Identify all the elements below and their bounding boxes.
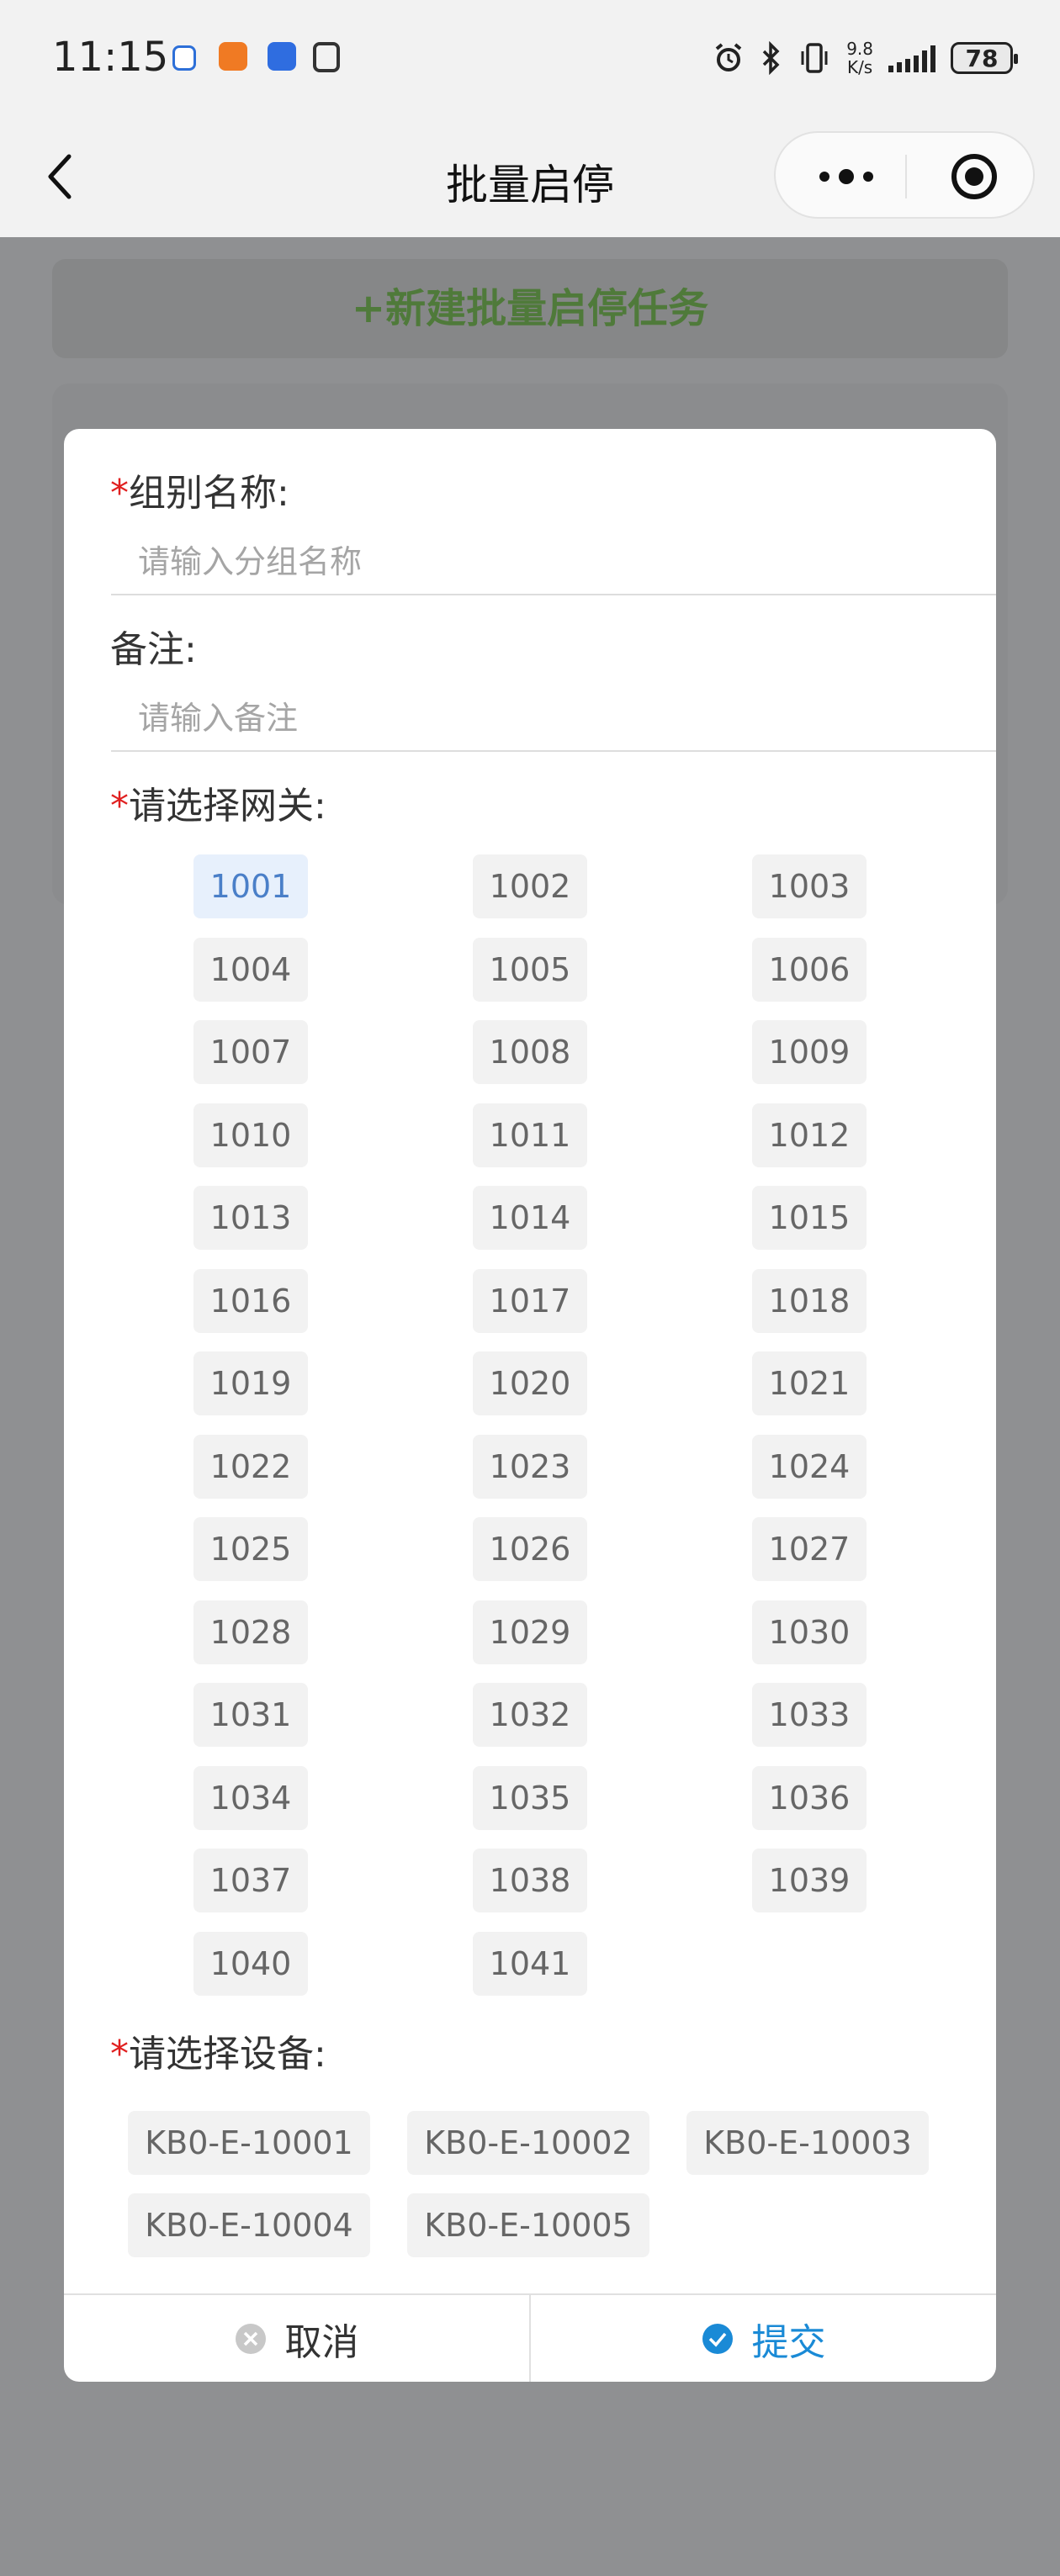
- group-name-label: *组别名称:: [110, 463, 289, 516]
- gateway-chip[interactable]: 1027: [752, 1517, 867, 1581]
- remark-label: 备注:: [110, 628, 197, 671]
- gateway-label: *请选择网关:: [110, 775, 326, 829]
- gateway-chip[interactable]: 1018: [752, 1269, 867, 1333]
- device-chip[interactable]: KB0-E-10002: [407, 2111, 649, 2175]
- gateway-chip[interactable]: 1036: [752, 1766, 867, 1830]
- gateway-chip[interactable]: 1028: [193, 1600, 308, 1664]
- required-mark: *: [110, 2033, 129, 2076]
- batch-task-modal: *组别名称: 请输入分组名称 备注: 请输入备注 *请选择网关: 1001 100…: [64, 429, 996, 2382]
- gateway-chip[interactable]: 1012: [752, 1103, 867, 1167]
- gateway-chip[interactable]: 1022: [193, 1435, 308, 1499]
- gateway-chip[interactable]: 1016: [193, 1269, 308, 1333]
- status-right-group: 9.8 K/s 78: [712, 37, 1018, 79]
- mini-program-capsule: [774, 131, 1035, 219]
- gateway-chip[interactable]: 1014: [473, 1186, 587, 1250]
- gateway-chip[interactable]: 1006: [752, 938, 867, 1002]
- gateway-chip[interactable]: 1037: [193, 1849, 308, 1912]
- device-chip[interactable]: KB0-E-10001: [128, 2111, 370, 2175]
- gateway-chip[interactable]: 1039: [752, 1849, 867, 1912]
- gateway-chip[interactable]: 1013: [193, 1186, 308, 1250]
- vibrate-icon: [801, 43, 828, 73]
- gateway-label-text: 请选择网关:: [129, 785, 326, 828]
- new-task-button: +新建批量启停任务: [52, 259, 1008, 358]
- gateway-chip[interactable]: 1026: [473, 1517, 587, 1581]
- device-chip[interactable]: KB0-E-10003: [686, 2111, 929, 2175]
- gateway-chip[interactable]: 1007: [193, 1020, 308, 1084]
- gateway-chip[interactable]: 1033: [752, 1683, 867, 1747]
- gateway-chip[interactable]: 1041: [473, 1932, 587, 1996]
- gateway-chip[interactable]: 1032: [473, 1683, 587, 1747]
- submit-button[interactable]: 提交: [531, 2295, 996, 2382]
- device-chip[interactable]: KB0-E-10005: [407, 2193, 649, 2257]
- gateway-chip[interactable]: 1030: [752, 1600, 867, 1664]
- required-mark: *: [110, 785, 129, 828]
- gateway-chip[interactable]: 1005: [473, 938, 587, 1002]
- nav-bar: 批量启停: [0, 118, 1060, 237]
- gateway-chip[interactable]: 1015: [752, 1186, 867, 1250]
- submit-check-icon: [702, 2323, 733, 2354]
- gateway-chip[interactable]: 1035: [473, 1766, 587, 1830]
- status-time: 11:15: [52, 34, 169, 81]
- gateway-chip[interactable]: 1038: [473, 1849, 587, 1912]
- device-label: *请选择设备:: [110, 2023, 326, 2077]
- cancel-circle-icon: [235, 2323, 266, 2354]
- status-bar: 11:15 9.8 K/s 78: [0, 0, 1060, 118]
- net-speed-value: 9.8: [846, 39, 873, 59]
- submit-label: 提交: [751, 2320, 826, 2364]
- required-mark: *: [110, 472, 129, 515]
- battery-indicator: 78: [951, 42, 1018, 74]
- modal-footer: 取消 提交: [64, 2293, 996, 2382]
- gateway-chip[interactable]: 1040: [193, 1932, 308, 1996]
- net-speed-unit: K/s: [846, 57, 873, 77]
- voice-app-icon: [268, 42, 296, 71]
- gateway-chip[interactable]: 1031: [193, 1683, 308, 1747]
- group-name-label-text: 组别名称:: [129, 472, 289, 515]
- gateway-chip[interactable]: 1017: [473, 1269, 587, 1333]
- gateway-chip[interactable]: 1001: [193, 854, 308, 918]
- more-icon[interactable]: [813, 167, 880, 187]
- calendar-icon: [172, 45, 196, 71]
- gateway-chip[interactable]: 1019: [193, 1351, 308, 1415]
- gateway-chip[interactable]: 1002: [473, 854, 587, 918]
- gateway-chip[interactable]: 1004: [193, 938, 308, 1002]
- device-chip[interactable]: KB0-E-10004: [128, 2193, 370, 2257]
- group-name-input[interactable]: 请输入分组名称: [111, 528, 996, 595]
- device-label-text: 请选择设备:: [129, 2033, 326, 2076]
- gateway-chip[interactable]: 1010: [193, 1103, 308, 1167]
- nfc-icon: [313, 42, 340, 72]
- cancel-label: 取消: [284, 2320, 359, 2364]
- bluetooth-icon: [762, 41, 780, 75]
- gateway-chip[interactable]: 1020: [473, 1351, 587, 1415]
- alarm-icon: [715, 43, 742, 71]
- cancel-button[interactable]: 取消: [64, 2295, 529, 2382]
- gateway-chip[interactable]: 1011: [473, 1103, 587, 1167]
- gateway-chip[interactable]: 1024: [752, 1435, 867, 1499]
- capsule-divider: [905, 155, 907, 198]
- gateway-chip[interactable]: 1009: [752, 1020, 867, 1084]
- gateway-chip[interactable]: 1034: [193, 1766, 308, 1830]
- net-speed: 9.8 K/s: [846, 40, 873, 77]
- gateway-chip[interactable]: 1003: [752, 854, 867, 918]
- remark-input[interactable]: 请输入备注: [111, 685, 996, 752]
- gateway-chip[interactable]: 1025: [193, 1517, 308, 1581]
- gateway-chip[interactable]: 1029: [473, 1600, 587, 1664]
- gateway-chip[interactable]: 1023: [473, 1435, 587, 1499]
- close-target-icon[interactable]: [949, 151, 999, 202]
- gateway-chip[interactable]: 1021: [752, 1351, 867, 1415]
- chat-app-icon: [219, 42, 247, 71]
- signal-icon: [888, 44, 935, 72]
- gateway-chip[interactable]: 1008: [473, 1020, 587, 1084]
